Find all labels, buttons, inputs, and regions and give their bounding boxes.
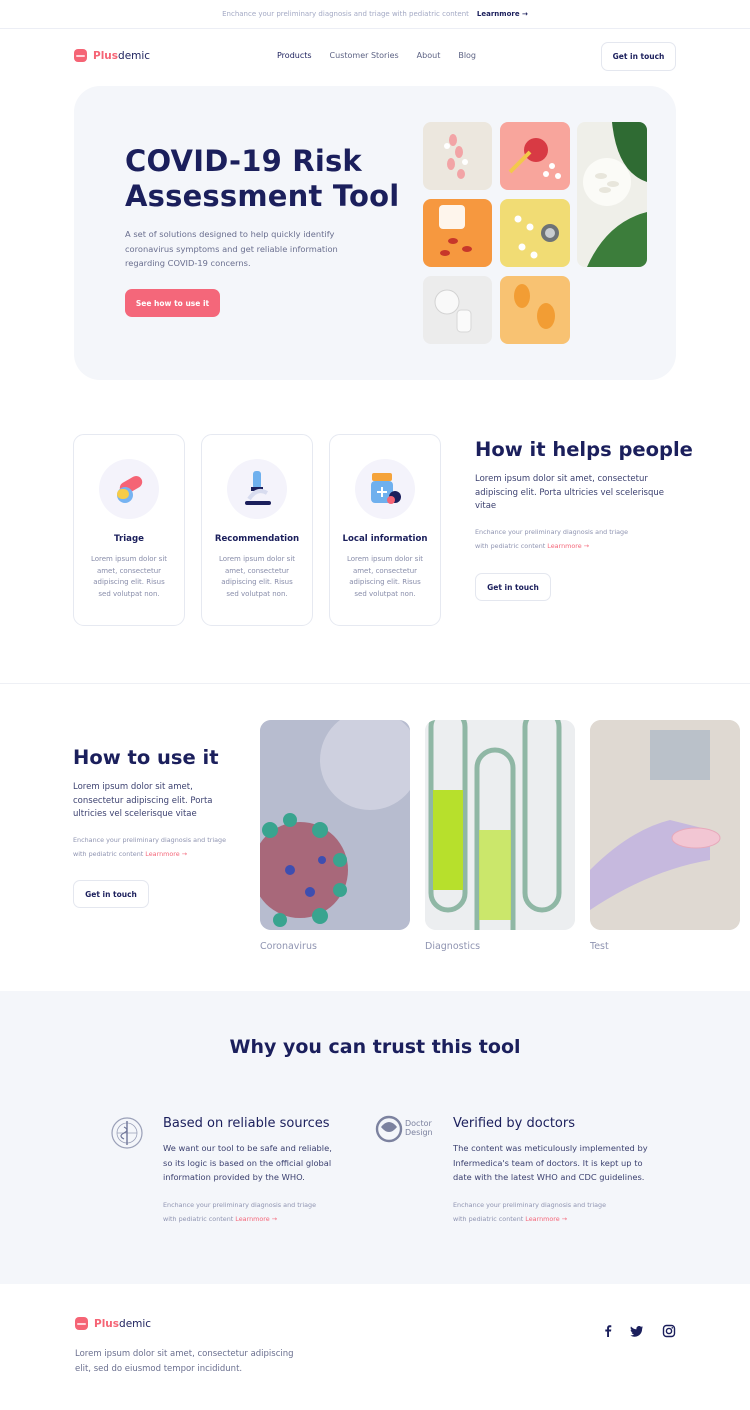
microscope-icon (227, 459, 287, 519)
footer-text: Lorem ipsum dolor sit amet, consectetur … (75, 1349, 294, 1374)
feature-text: Lorem ipsum dolor sit amet, consectetur … (218, 555, 296, 598)
see-how-button[interactable]: See how to use it (125, 289, 220, 317)
instagram-icon[interactable] (662, 1323, 676, 1338)
feature-text: Lorem ipsum dolor sit amet, consectetur … (346, 555, 424, 598)
howto-learnmore-link[interactable]: Learnmore → (145, 850, 187, 858)
nav-item-about[interactable]: About (417, 51, 441, 60)
hero-image-apple (500, 122, 570, 190)
feature-card-local-information[interactable]: Local information Lorem ipsum dolor sit … (329, 434, 441, 626)
trust-col1-learnmore-link[interactable]: Learnmore → (235, 1215, 277, 1223)
hero-image-glass-vial (423, 276, 492, 344)
footer-logo[interactable]: Plusdemic (75, 1317, 151, 1330)
helps-get-in-touch-button[interactable]: Get in touch (475, 573, 551, 601)
feature-card-triage[interactable]: Triage Lorem ipsum dolor sit amet, conse… (73, 434, 185, 626)
hero-image-oil-capsules (500, 276, 570, 344)
helps-text: Lorem ipsum dolor sit amet, consectetur … (475, 474, 664, 511)
trust-col1-title: Based on reliable sources (163, 1116, 330, 1131)
hero-title: COVID-19 Risk Assessment Tool (125, 144, 400, 213)
hero-description: A set of solutions designed to help quic… (125, 229, 338, 268)
trust-col2-learnmore-link[interactable]: Learnmore → (525, 1215, 567, 1223)
card-image-test[interactable] (590, 720, 740, 930)
logo-mark-icon (74, 49, 87, 62)
doctor-design-logo: Doctor Design (375, 1115, 439, 1147)
main-nav: Plusdemic Products Customer Stories Abou… (74, 42, 676, 72)
feature-title: Triage (114, 534, 144, 544)
twitter-icon[interactable] (630, 1323, 644, 1337)
card-image-diagnostics[interactable] (425, 720, 575, 930)
facebook-icon[interactable] (601, 1323, 615, 1337)
trust-col2-text: The content was meticulously implemented… (453, 1143, 648, 1182)
trust-title: Why you can trust this tool (229, 1036, 521, 1058)
pills-icon (99, 459, 159, 519)
howto-small-text: Enchance your preliminary diagnosis and … (73, 836, 227, 858)
card-caption-coronavirus: Coronavirus (260, 941, 317, 952)
howto-text: Lorem ipsum dolor sit amet, consectetur … (73, 782, 213, 819)
card-caption-test: Test (590, 941, 609, 952)
feature-text: Lorem ipsum dolor sit amet, consectetur … (90, 555, 168, 598)
nav-item-blog[interactable]: Blog (458, 51, 476, 60)
feature-title: Recommendation (214, 534, 300, 544)
announcement-link[interactable]: Learnmore → (477, 10, 528, 18)
hero-image-stethoscope (500, 199, 570, 267)
hero-image-capsules (423, 122, 492, 190)
helps-title: How it helps people (475, 438, 693, 461)
who-emblem-icon (109, 1115, 145, 1151)
announcement-text: Enchance your preliminary diagnosis and … (222, 10, 469, 18)
hero-image-pill-bowl (577, 122, 647, 267)
card-caption-diagnostics: Diagnostics (425, 941, 481, 952)
helps-learnmore-link[interactable]: Learnmore → (547, 542, 589, 550)
howto-get-in-touch-button[interactable]: Get in touch (73, 880, 149, 908)
feature-card-recommendation[interactable]: Recommendation Lorem ipsum dolor sit ame… (201, 434, 313, 626)
helps-small-text: Enchance your preliminary diagnosis and … (475, 528, 629, 550)
trust-col2-small: Enchance your preliminary diagnosis and … (453, 1201, 607, 1223)
trust-col2-title: Verified by doctors (453, 1116, 576, 1131)
hero-section: COVID-19 Risk Assessment Tool A set of s… (74, 86, 676, 380)
hero-image-pill-bottle (423, 199, 492, 267)
card-image-coronavirus[interactable] (260, 720, 410, 930)
trust-col1-text: We want our tool to be safe and reliable… (163, 1143, 332, 1182)
section-divider (0, 683, 750, 684)
feature-title: Local information (342, 534, 428, 544)
nav-item-customer-stories[interactable]: Customer Stories (330, 51, 399, 60)
logo[interactable]: Plusdemic (74, 49, 150, 62)
logo-mark-icon (75, 1317, 88, 1330)
nav-get-in-touch-button[interactable]: Get in touch (601, 42, 676, 71)
nav-item-products[interactable]: Products (277, 51, 312, 60)
trust-col1-small: Enchance your preliminary diagnosis and … (163, 1201, 317, 1223)
nav-menu: Products Customer Stories About Blog (277, 51, 476, 60)
howto-title: How to use it (73, 746, 219, 769)
medicine-bottle-icon (355, 459, 415, 519)
announcement-bar: Enchance your preliminary diagnosis and … (0, 0, 750, 29)
